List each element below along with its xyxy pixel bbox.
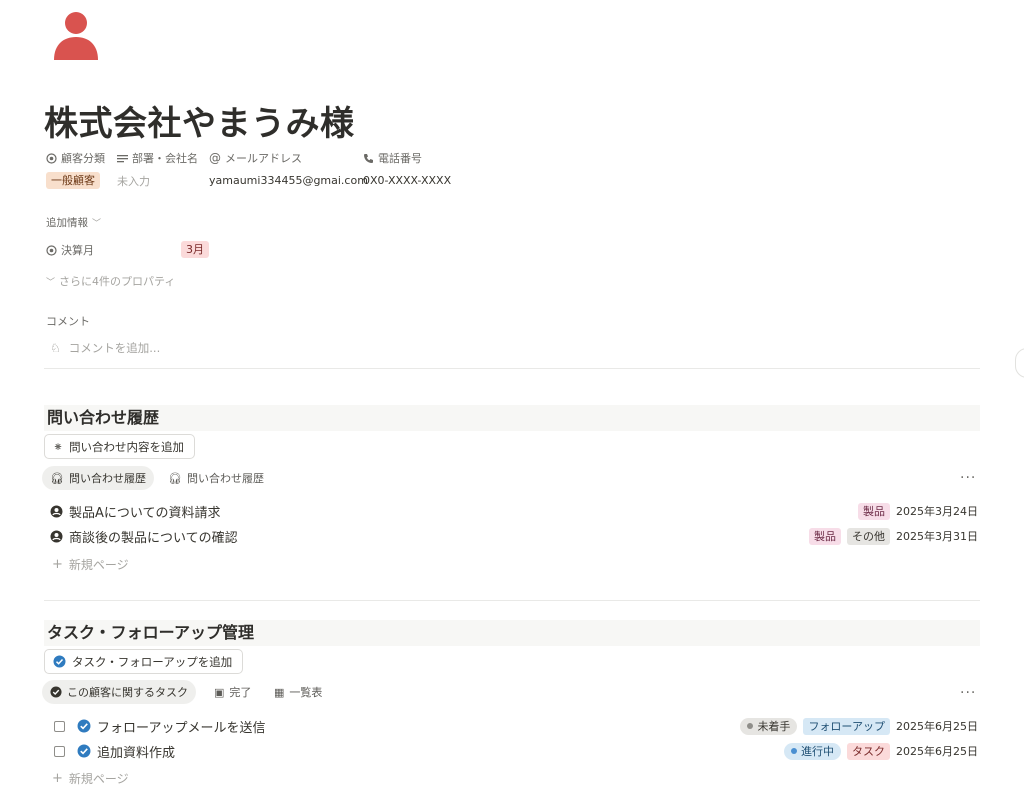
more-options-icon[interactable]: ··· [960, 685, 976, 701]
headset-icon: 🎧︎ [50, 471, 64, 485]
comment-placeholder: コメントを追加... [68, 341, 161, 355]
tab-inquiry-history-2[interactable]: 🎧︎ 問い合わせ履歴 [160, 466, 272, 490]
additional-info-toggle[interactable]: 追加情報 ﹀ [46, 215, 101, 230]
verified-check-icon [53, 655, 66, 668]
select-icon [46, 152, 57, 164]
new-page-button[interactable]: + 新規ページ [52, 556, 129, 573]
add-task-label: タスク・フォローアップを追加 [72, 654, 233, 669]
sparkle-icon: ⁕ [53, 439, 64, 454]
fiscal-month-tag: 3月 [181, 241, 209, 258]
property-label: 電話番号 [378, 152, 422, 165]
tab-label: この顧客に関するタスク [67, 686, 188, 699]
item-date: 2025年3月24日 [896, 505, 978, 518]
plus-icon: + [52, 557, 63, 572]
headset-icon: 🎧︎ [168, 471, 182, 485]
status-dot [747, 723, 754, 729]
table-row[interactable]: フォローアップメールを送信 未着手 フォローアップ 2025年6月25日 [44, 714, 980, 738]
page-title[interactable]: 株式会社やまうみ様 [44, 96, 355, 145]
category-tag: 製品 [858, 502, 890, 520]
property-value-department[interactable]: 未入力 [117, 173, 150, 189]
comment-input[interactable]: ♘ コメントを追加... [50, 340, 160, 356]
category-tag: その他 [847, 527, 890, 545]
type-tag: タスク [847, 742, 890, 760]
task-title: フォローアップメールを送信 [97, 720, 266, 736]
divider [44, 600, 980, 601]
task-title: 追加資料作成 [97, 745, 176, 761]
status-dot [791, 748, 797, 754]
text-lines-icon [117, 154, 128, 162]
property-label: メールアドレス [225, 152, 302, 165]
category-tag: 製品 [809, 527, 841, 545]
phone-icon [364, 153, 373, 163]
property-value-fiscal-month[interactable]: 3月 [181, 241, 209, 258]
divider [44, 368, 980, 369]
tab-label: 問い合わせ履歴 [186, 472, 264, 485]
table-icon: ▦ [274, 685, 285, 699]
verified-check-icon [77, 744, 91, 758]
more-options-icon[interactable]: ··· [960, 470, 976, 486]
archive-icon: ▣ [214, 685, 225, 699]
item-title: 商談後の製品についての確認 [69, 530, 238, 546]
tab-table-view[interactable]: ▦ 一覧表 [266, 680, 330, 704]
section-title-tasks: タスク・フォローアップ管理 [44, 620, 980, 646]
property-header-customer-type[interactable]: 顧客分類 [46, 150, 105, 166]
tab-label: 完了 [229, 686, 252, 699]
more-properties-label: さらに4件のプロパティ [59, 275, 176, 288]
table-row[interactable]: 追加資料作成 進行中 タスク 2025年6月25日 [44, 739, 980, 763]
chevron-down-icon: ﹀ [46, 277, 56, 288]
status-badge: 未着手 [740, 717, 798, 735]
item-date: 2025年3月31日 [896, 530, 978, 543]
side-panel-handle[interactable] [1015, 348, 1024, 378]
chevron-down-icon: ﹀ [92, 219, 102, 229]
status-badge: 進行中 [784, 742, 841, 760]
select-icon [46, 244, 57, 256]
property-header-email[interactable]: @ メールアドレス [209, 150, 302, 166]
comments-header: コメント [46, 315, 90, 328]
chat-icon [50, 505, 63, 517]
property-header-fiscal-month[interactable]: 決算月 [46, 242, 94, 258]
task-date: 2025年6月25日 [896, 720, 978, 733]
tab-label: 一覧表 [289, 686, 323, 699]
property-label: 決算月 [61, 244, 94, 257]
property-header-department[interactable]: 部署・会社名 [117, 150, 198, 166]
property-label: 顧客分類 [61, 152, 105, 165]
new-page-label: 新規ページ [68, 772, 129, 786]
person-icon[interactable] [52, 10, 100, 60]
tab-inquiry-history[interactable]: 🎧︎ 問い合わせ履歴 [42, 466, 154, 490]
property-label: 部署・会社名 [132, 152, 198, 165]
item-title: 製品Aについての資料請求 [69, 505, 221, 521]
property-value-phone[interactable]: 0X0-XXXX-XXXX [363, 174, 451, 187]
task-checkbox[interactable] [54, 745, 65, 757]
at-icon: @ [209, 151, 221, 165]
chat-icon [50, 530, 63, 542]
additional-info-label: 追加情報 [46, 217, 88, 229]
tab-label: 問い合わせ履歴 [68, 472, 146, 485]
section-title-inquiries: 問い合わせ履歴 [44, 405, 980, 431]
property-value-email[interactable]: yamaumi334455@gmai.com [209, 174, 368, 187]
list-item[interactable]: 商談後の製品についての確認 製品 その他 2025年3月31日 [44, 524, 980, 548]
task-checkbox[interactable] [54, 720, 65, 732]
verified-check-icon [50, 686, 62, 698]
list-item[interactable]: 製品Aについての資料請求 製品 2025年3月24日 [44, 499, 980, 523]
more-properties-toggle[interactable]: ﹀ さらに4件のプロパティ [46, 273, 175, 289]
property-header-phone[interactable]: 電話番号 [363, 150, 422, 166]
type-tag: フォローアップ [803, 717, 890, 735]
tab-completed[interactable]: ▣ 完了 [206, 680, 259, 704]
verified-check-icon [77, 719, 91, 733]
plus-icon: + [52, 771, 63, 786]
add-inquiry-button[interactable]: ⁕ 問い合わせ内容を追加 [44, 434, 196, 459]
tab-customer-tasks[interactable]: この顧客に関するタスク [42, 680, 196, 704]
add-task-button[interactable]: タスク・フォローアップを追加 [44, 649, 244, 674]
new-page-label: 新規ページ [68, 558, 129, 572]
task-date: 2025年6月25日 [896, 745, 978, 758]
status-label: 未着手 [757, 719, 791, 733]
user-avatar-icon: ♘ [50, 341, 61, 355]
add-inquiry-label: 問い合わせ内容を追加 [69, 439, 185, 454]
new-page-button[interactable]: + 新規ページ [52, 770, 129, 787]
property-value-customer-type[interactable]: 一般顧客 [46, 172, 100, 189]
status-label: 進行中 [801, 744, 834, 758]
customer-type-tag: 一般顧客 [46, 172, 100, 189]
